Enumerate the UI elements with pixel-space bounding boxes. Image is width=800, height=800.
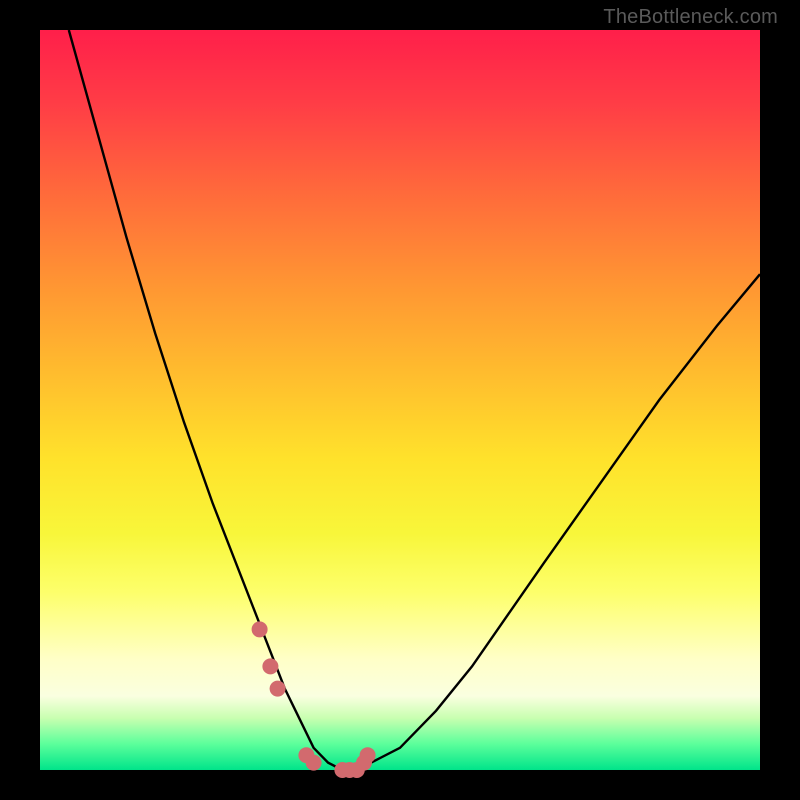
marker-group	[252, 621, 376, 778]
bottleneck-curve	[69, 30, 760, 770]
highlight-point	[252, 621, 268, 637]
plot-area	[40, 30, 760, 770]
curve-layer	[40, 30, 760, 770]
highlight-point	[360, 747, 376, 763]
highlight-point	[306, 755, 322, 771]
watermark-text: TheBottleneck.com	[603, 6, 778, 29]
chart-container: TheBottleneck.com	[0, 0, 800, 800]
highlight-point	[270, 681, 286, 697]
highlight-point	[262, 658, 278, 674]
